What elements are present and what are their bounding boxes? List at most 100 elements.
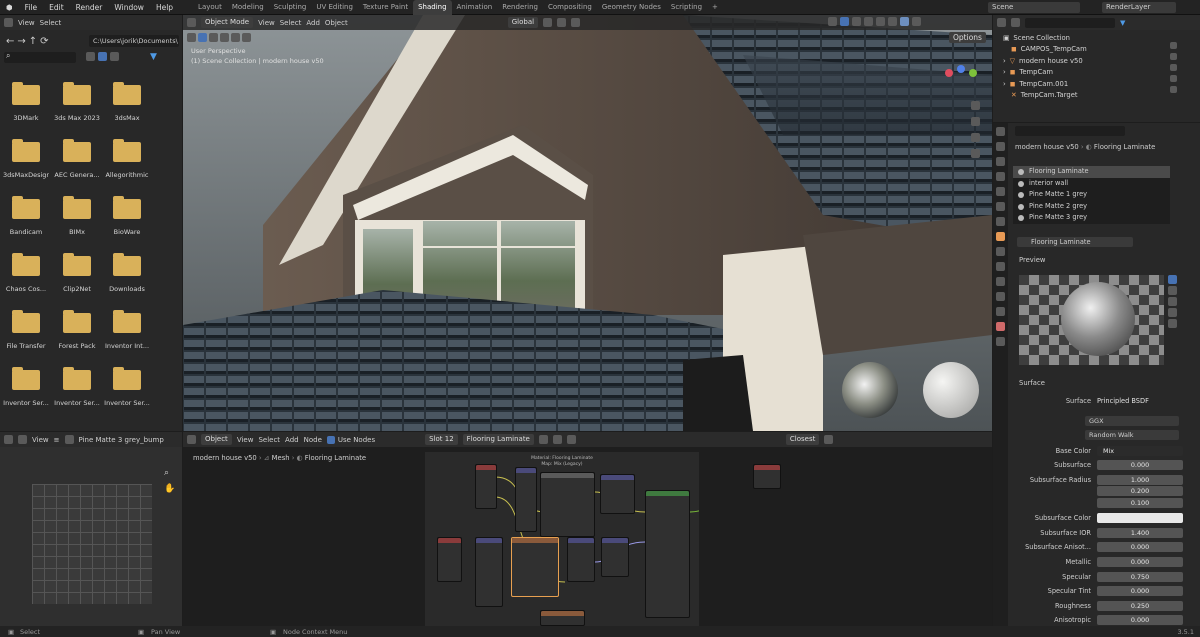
visibility-icon[interactable] [828,17,837,26]
property-value-field[interactable]: 0.750 [1097,572,1183,582]
editor-type-icon[interactable] [187,435,196,444]
sort-icon[interactable] [110,52,119,61]
distribution-dropdown[interactable]: GGX [1085,416,1179,426]
preview-monkey-icon[interactable] [1168,308,1177,317]
grid-icon[interactable] [971,149,980,158]
display-mode-buttons[interactable] [86,52,126,63]
outliner-item[interactable]: ◼ CAMPOS_TempCam [1003,44,1194,56]
pan-hand-icon[interactable] [971,117,980,126]
view-layer-tab-icon[interactable] [996,172,1005,181]
material-preview-icon[interactable] [900,17,909,26]
filter-icon[interactable]: ▼ [150,52,157,62]
eye-icon[interactable] [1170,86,1177,93]
ne-view-menu[interactable]: View [237,436,254,444]
preview-cube-icon[interactable] [1168,286,1177,295]
menu-help[interactable]: Help [150,0,179,15]
shader-type-dropdown[interactable]: Object [201,434,232,445]
shader-node[interactable] [515,467,537,532]
viewport-add-menu[interactable]: Add [306,19,320,27]
snap-icon[interactable] [557,18,567,27]
tab-uv-editing[interactable]: UV Editing [311,0,358,15]
physics-tab-icon[interactable] [996,277,1005,286]
pin-icon[interactable] [566,435,576,444]
modifier-tab-icon[interactable] [996,247,1005,256]
scene-selector[interactable]: Scene [988,2,1080,13]
expand-icon[interactable]: › [1003,68,1006,76]
shader-node[interactable] [601,537,629,577]
tab-compositing[interactable]: Compositing [543,0,597,15]
display-mode-icon[interactable] [1011,18,1020,27]
node-frame[interactable]: Material: Flooring Laminate Map: Mix (Le… [425,452,699,626]
image-name-field[interactable]: Pine Matte 3 grey_bump [79,436,164,444]
tab-layout[interactable]: Layout [193,0,227,15]
filter-icon[interactable]: ▼ [1120,19,1125,27]
menu-edit[interactable]: Edit [43,0,70,15]
subsurface-method-dropdown[interactable]: Random Walk [1085,430,1179,440]
menu-file[interactable]: File [19,0,44,15]
scene-tab-icon[interactable] [996,187,1005,196]
list-view-icon[interactable] [86,52,95,61]
z-axis-icon[interactable] [957,65,965,73]
preview-hair-icon[interactable] [1168,297,1177,306]
expand-icon[interactable]: › [1003,80,1006,88]
y-axis-icon[interactable] [969,69,977,77]
property-value-field[interactable]: 1.000 [1097,475,1183,485]
overlay-icon[interactable] [852,17,861,26]
material-dropdown[interactable]: Flooring Laminate [462,434,534,445]
folder-item[interactable]: File Transfer [3,310,49,350]
material-tab-icon[interactable] [996,322,1005,331]
view-mode-icon[interactable] [18,435,27,444]
data-tab-icon[interactable] [996,307,1005,316]
select-intersect-icon[interactable] [242,33,251,42]
tab-rendering[interactable]: Rendering [497,0,543,15]
zoom-icon[interactable] [971,101,980,110]
material-slot[interactable]: interior wall [1013,178,1170,190]
editor-type-icon[interactable] [997,18,1006,27]
preview-sphere-icon[interactable] [1168,275,1177,284]
shader-node[interactable] [567,537,595,582]
render-tab-icon[interactable] [996,142,1005,151]
texture-tab-icon[interactable] [996,337,1005,346]
property-value-field[interactable]: 0.200 [1097,486,1183,496]
slot-dropdown[interactable]: Slot 12 [425,434,458,445]
object-mode-dropdown[interactable]: Object Mode [201,17,254,28]
folder-item[interactable]: Chaos Cos... [3,253,49,293]
particles-tab-icon[interactable] [996,262,1005,271]
output-tab-icon[interactable] [996,157,1005,166]
fb-view-menu[interactable]: View [18,19,35,27]
gizmo-icon[interactable] [840,17,849,26]
viewport-object-menu[interactable]: Object [325,19,348,27]
render-layer-selector[interactable]: RenderLayer [1102,2,1176,13]
tab-animation[interactable]: Animation [452,0,498,15]
node-editor[interactable]: Object View Select Add Node Use Nodes Sl… [183,432,992,626]
shader-node[interactable] [475,537,503,607]
property-value-field[interactable]: 0.100 [1097,498,1183,508]
tab-scripting[interactable]: Scripting [666,0,707,15]
collection-tab-icon[interactable] [996,217,1005,226]
property-value-field[interactable]: Mix [1097,446,1183,456]
folder-item[interactable]: Bandicam [3,196,49,236]
ne-select-menu[interactable]: Select [258,436,280,444]
world-tab-icon[interactable] [996,202,1005,211]
menu-window[interactable]: Window [108,0,150,15]
material-output-node[interactable] [753,464,781,489]
tab-texture-paint[interactable]: Texture Paint [358,0,413,15]
constraints-tab-icon[interactable] [996,292,1005,301]
rendered-shading-icon[interactable] [912,17,921,26]
blender-logo-icon[interactable]: ⬢ [0,0,19,15]
solid-shading-icon[interactable] [888,17,897,26]
outliner-search-input[interactable] [1025,17,1115,28]
search-input[interactable] [4,52,76,63]
folder-item[interactable]: 3dsMax [104,82,150,122]
folder-item[interactable]: Allegorithmic [104,139,150,179]
ie-view-menu[interactable]: View [32,436,49,444]
property-value-field[interactable]: 0.000 [1097,586,1183,596]
add-workspace-icon[interactable]: + [707,0,723,15]
ne-node-menu[interactable]: Node [304,436,322,444]
outliner-item[interactable]: › ◼ TempCam [1003,67,1194,79]
material-slot[interactable]: Pine Matte 3 grey [1013,212,1170,224]
ne-add-menu[interactable]: Add [285,436,299,444]
outliner-root[interactable]: ▣ Scene Collection [1003,32,1194,44]
shader-node[interactable] [600,474,635,514]
tab-geometry-nodes[interactable]: Geometry Nodes [597,0,666,15]
